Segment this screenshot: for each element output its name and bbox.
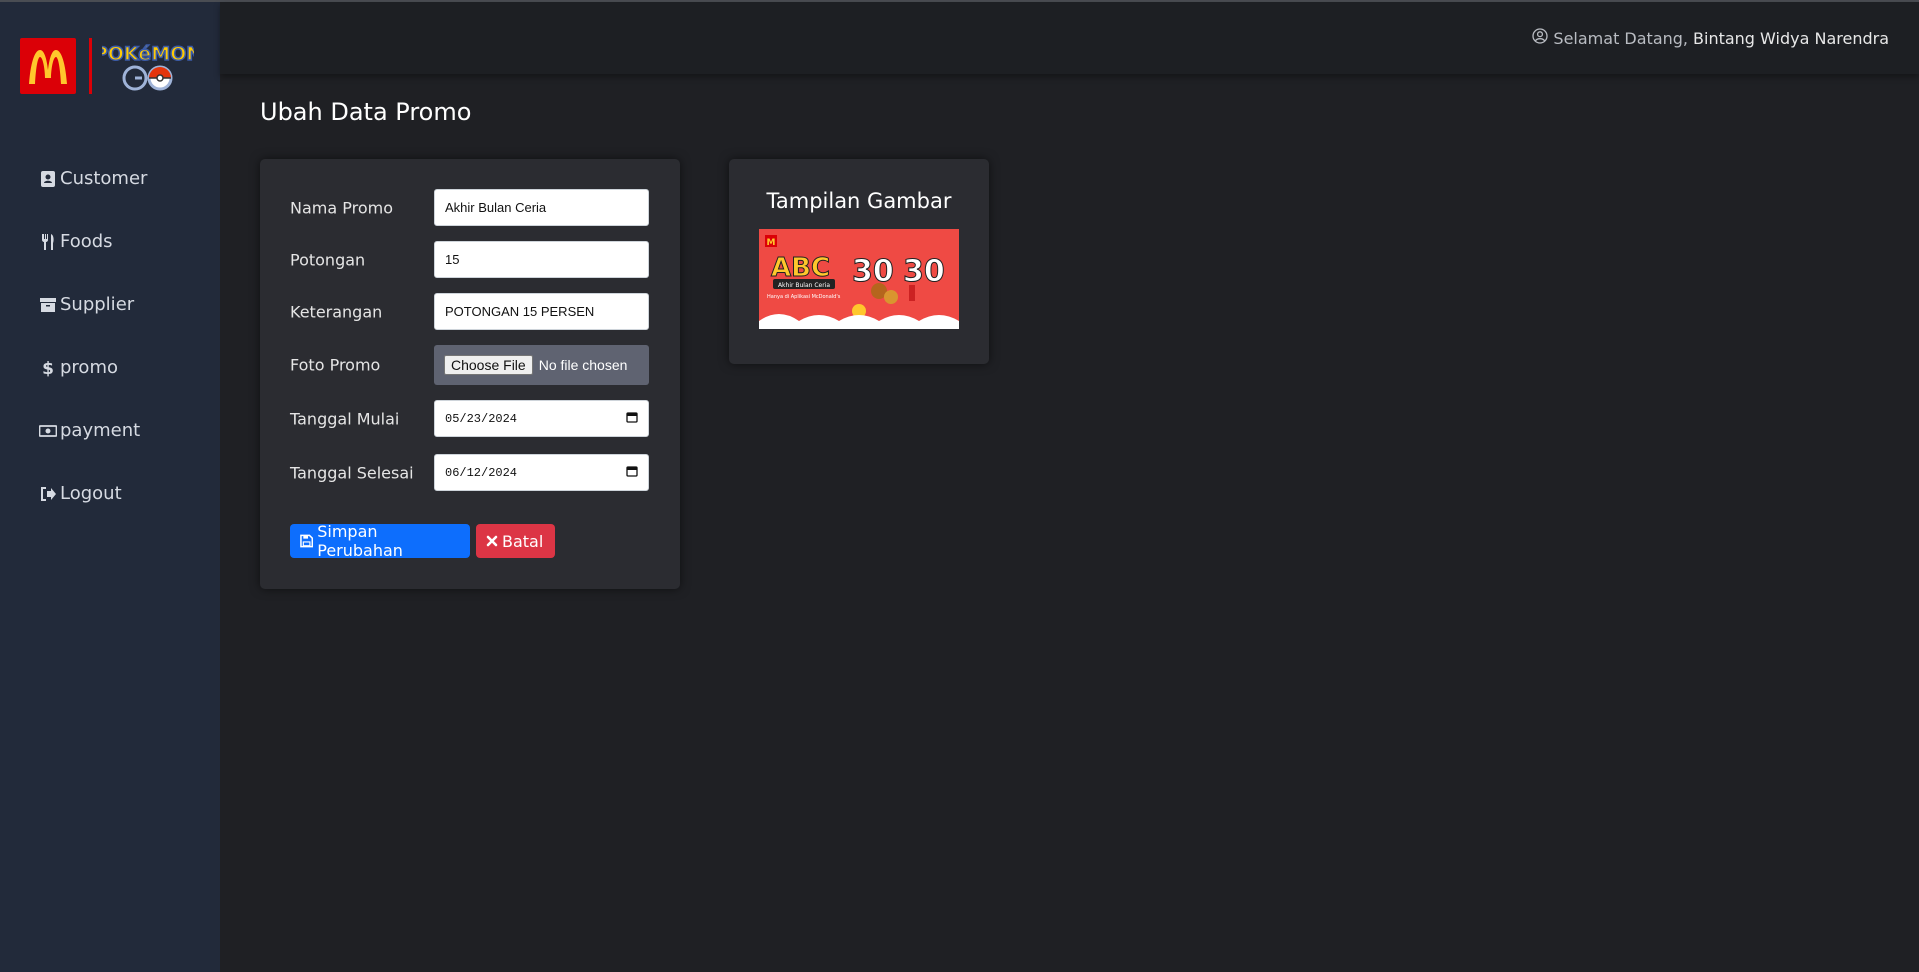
nama-promo-label: Nama Promo — [290, 198, 394, 218]
promo-image-caption: Hanya di Aplikasi McDonald's — [767, 294, 841, 300]
sidebar-nav: Customer Foods Supplier $ promo payment — [0, 147, 220, 525]
cancel-label: Batal — [502, 531, 544, 551]
tanggal-selesai-value: 06/12/2024 — [445, 465, 518, 480]
tanggal-selesai-input[interactable]: 06/12/2024 — [434, 454, 649, 491]
address-book-icon — [39, 170, 57, 188]
preview-title: Tampilan Gambar — [766, 189, 952, 213]
sidebar-item-payment[interactable]: payment — [0, 399, 220, 462]
nama-promo-value: Akhir Bulan Ceria — [445, 200, 547, 215]
potongan-row: Potongan 15 — [290, 241, 650, 279]
floppy-disk-icon — [300, 534, 314, 548]
sidebar-item-label: promo — [60, 357, 118, 378]
money-bill-icon — [39, 422, 57, 440]
file-status: No file chosen — [538, 357, 628, 373]
calendar-icon[interactable] — [626, 411, 638, 427]
mcdonalds-logo — [20, 38, 76, 94]
tanggal-mulai-label: Tanggal Mulai — [290, 409, 400, 429]
promo-image-value-right: 30 — [903, 254, 945, 289]
promo-image-logo: M — [767, 238, 776, 248]
keterangan-input[interactable]: POTONGAN 15 PERSEN — [434, 293, 649, 330]
pokemon-go-logo: POKéMON — [93, 36, 203, 100]
keterangan-row: Keterangan POTONGAN 15 PERSEN — [290, 293, 650, 331]
potongan-input[interactable]: 15 — [434, 241, 649, 278]
svg-text:POKéMON: POKéMON — [102, 43, 194, 65]
image-preview-card: Tampilan Gambar M ABC Akhir Bulan Ceria … — [729, 159, 989, 364]
nama-promo-input[interactable]: Akhir Bulan Ceria — [434, 189, 649, 226]
tanggal-selesai-row: Tanggal Selesai 06/12/2024 — [290, 454, 650, 492]
dollar-icon: $ — [39, 359, 57, 377]
brand-logos: POKéMON — [20, 36, 203, 96]
close-icon — [486, 535, 498, 547]
archive-box-icon — [39, 296, 57, 314]
keterangan-label: Keterangan — [290, 302, 383, 322]
sidebar-item-label: Foods — [60, 231, 113, 252]
top-bar: Selamat Datang, Bintang Widya Narendra — [220, 2, 1919, 74]
sidebar-item-label: payment — [60, 420, 141, 441]
potongan-value: 15 — [445, 252, 460, 267]
user-circle-icon — [1532, 28, 1549, 48]
tanggal-mulai-row: Tanggal Mulai 05/23/2024 — [290, 400, 650, 438]
save-changes-button[interactable]: Simpan Perubahan — [290, 522, 470, 560]
cancel-button[interactable]: Batal — [476, 524, 555, 558]
welcome-message: Selamat Datang, Bintang Widya Narendra — [1532, 28, 1889, 48]
sidebar-item-label: Logout — [60, 483, 122, 504]
promo-image-subtitle: Akhir Bulan Ceria — [778, 282, 830, 289]
sidebar-item-logout[interactable]: Logout — [0, 462, 220, 525]
sidebar-item-customer[interactable]: Customer — [0, 147, 220, 210]
svg-text:$: $ — [42, 359, 54, 377]
edit-promo-form: Nama Promo Akhir Bulan Ceria Potongan 15… — [260, 159, 680, 589]
choose-file-button[interactable]: Choose File — [444, 355, 533, 375]
potongan-label: Potongan — [290, 250, 366, 270]
sidebar-item-supplier[interactable]: Supplier — [0, 273, 220, 336]
promo-image: M ABC Akhir Bulan Ceria Hanya di Aplikas… — [759, 229, 959, 329]
nama-promo-row: Nama Promo Akhir Bulan Ceria — [290, 189, 650, 227]
tanggal-mulai-value: 05/23/2024 — [445, 411, 518, 426]
sign-out-icon — [39, 485, 57, 503]
keterangan-value: POTONGAN 15 PERSEN — [445, 304, 595, 319]
promo-image-value-left: 30 — [852, 254, 894, 289]
page-title: Ubah Data Promo — [260, 98, 472, 126]
greeting-text: Selamat Datang, — [1553, 28, 1689, 48]
foto-promo-label: Foto Promo — [290, 355, 381, 375]
utensils-icon — [39, 233, 57, 251]
sidebar: POKéMON Customer Foods — [0, 2, 220, 972]
user-name: Bintang Widya Narendra — [1693, 28, 1889, 48]
sidebar-item-label: Supplier — [60, 294, 135, 315]
logo-divider — [89, 38, 92, 94]
save-label: Simpan Perubahan — [317, 522, 403, 560]
foto-promo-file-input[interactable]: Choose File No file chosen — [434, 345, 649, 385]
sidebar-item-promo[interactable]: $ promo — [0, 336, 220, 399]
foto-promo-row: Foto Promo Choose File No file chosen — [290, 345, 650, 385]
sidebar-item-label: Customer — [60, 168, 148, 189]
calendar-icon[interactable] — [626, 465, 638, 481]
promo-image-brand: ABC — [771, 253, 830, 283]
tanggal-mulai-input[interactable]: 05/23/2024 — [434, 400, 649, 437]
tanggal-selesai-label: Tanggal Selesai — [290, 463, 414, 483]
sidebar-item-foods[interactable]: Foods — [0, 210, 220, 273]
